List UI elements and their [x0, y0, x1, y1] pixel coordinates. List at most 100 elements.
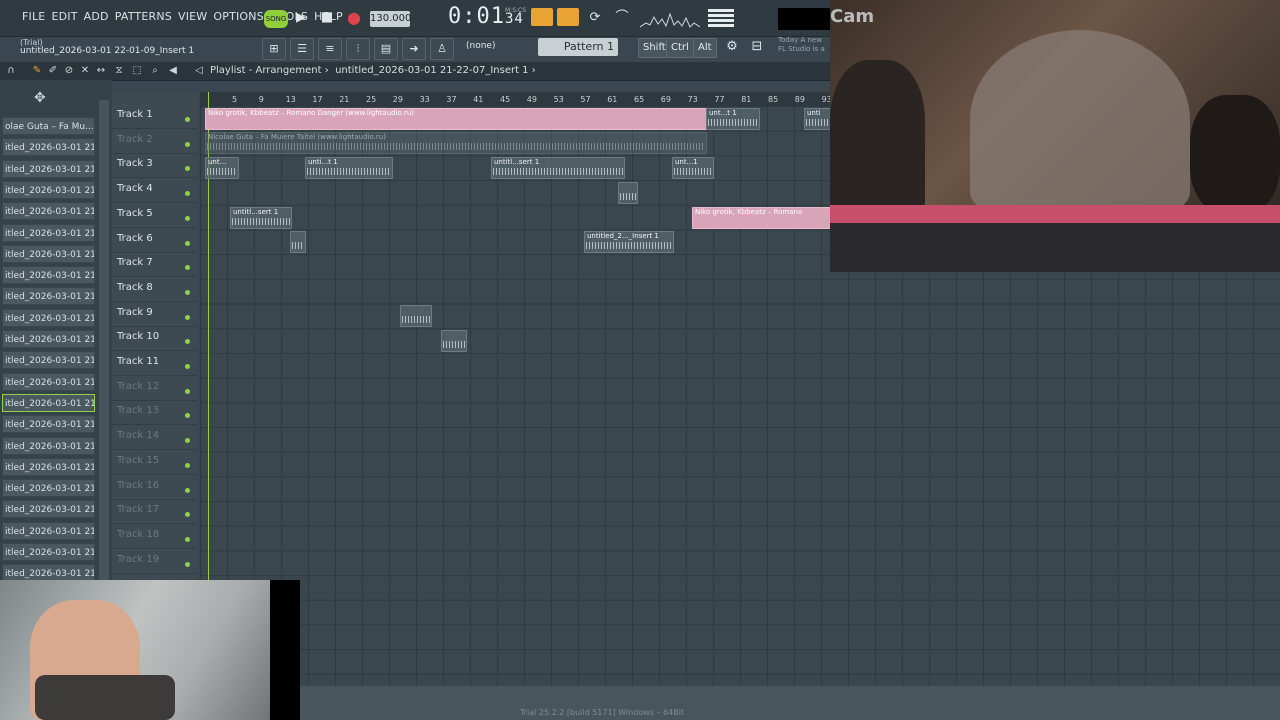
picker-item[interactable]: itled_2026-03-01 21-...: [2, 543, 95, 561]
pattern-clip[interactable]: untitled_2..._Insert 1: [584, 231, 674, 253]
pattern-clip[interactable]: [400, 305, 432, 327]
mixer-icon[interactable]: ⫶: [346, 38, 370, 60]
track-mute-led[interactable]: [185, 289, 190, 295]
track-mute-led[interactable]: [185, 487, 190, 493]
alt-key[interactable]: Alt: [693, 38, 717, 58]
ctrl-key[interactable]: Ctrl: [666, 38, 694, 58]
channel-selector[interactable]: (none): [466, 41, 495, 51]
track-mute-led[interactable]: [185, 413, 190, 419]
stop-icon[interactable]: ■: [316, 8, 338, 28]
track-mute-led[interactable]: [185, 561, 190, 567]
picker-item[interactable]: itled_2026-03-01 21-...: [2, 308, 95, 327]
audio-clip[interactable]: Niko grotik, Kbbeatz – Romano Danger (ww…: [205, 108, 707, 130]
track-header[interactable]: Track 1: [112, 104, 197, 129]
track-mute-led[interactable]: [185, 191, 190, 197]
select-icon[interactable]: ⬚: [130, 64, 144, 78]
loop-record-icon[interactable]: ⟳: [584, 8, 606, 28]
move-icon[interactable]: ✥: [34, 90, 46, 106]
track-mute-led[interactable]: [185, 166, 190, 172]
track-header[interactable]: Track 11: [112, 351, 197, 376]
picker-item[interactable]: itled_2026-03-01 21-...: [2, 330, 95, 348]
settings-icon[interactable]: ⚙: [721, 37, 743, 57]
track-header[interactable]: Track 19: [112, 549, 197, 574]
menu-file[interactable]: FILE: [22, 10, 45, 23]
track-header[interactable]: Track 15: [112, 450, 197, 475]
paint-icon[interactable]: ✐: [46, 64, 60, 78]
piano-roll-icon[interactable]: ☰: [290, 38, 314, 60]
browser-icon[interactable]: ▤: [374, 38, 398, 60]
zoom-icon[interactable]: ⌕: [148, 64, 162, 78]
delete-icon[interactable]: ⊘: [62, 64, 76, 78]
track-header[interactable]: Track 8: [112, 277, 197, 302]
shop-icon[interactable]: ⊟: [746, 37, 768, 57]
pattern-clip[interactable]: [441, 330, 467, 352]
track-header[interactable]: Track 9: [112, 302, 197, 327]
magnet-icon[interactable]: ∩: [4, 64, 18, 78]
track-header[interactable]: Track 16: [112, 475, 197, 500]
pattern-clip[interactable]: unt...1: [672, 157, 714, 179]
track-header[interactable]: Track 7: [112, 252, 197, 278]
picker-item[interactable]: itled_2026-03-01 21-...: [2, 351, 95, 370]
track-header[interactable]: Track 18: [112, 524, 197, 549]
slip-icon[interactable]: ↔: [94, 64, 108, 78]
track-mute-led[interactable]: [185, 141, 190, 147]
metronome-icon[interactable]: ⌒: [611, 8, 633, 28]
audio-clip[interactable]: Niko grotik, Kbbeatz – Romano: [692, 207, 832, 229]
playlist-window-icon[interactable]: ⊞: [262, 38, 286, 60]
track-mute-led[interactable]: [185, 117, 190, 122]
playlist-breadcrumb[interactable]: untitled_2026-03-01 21-22-07_Insert 1: [335, 65, 528, 76]
picker-item[interactable]: itled_2026-03-01 21-...: [2, 223, 95, 242]
picker-item[interactable]: itled_2026-03-01 21-...: [2, 415, 95, 434]
track-mute-led[interactable]: [185, 536, 190, 542]
picker-item[interactable]: itled_2026-03-01 21-...: [2, 521, 95, 540]
pattern-clip[interactable]: [290, 231, 306, 253]
track-header[interactable]: Track 5: [112, 203, 197, 228]
menu-options[interactable]: OPTIONS: [213, 10, 264, 23]
track-header[interactable]: Track 17: [112, 499, 197, 525]
song-mode-toggle[interactable]: SONG: [264, 10, 288, 28]
picker-item[interactable]: itled_2026-03-01 21-...: [2, 244, 95, 263]
picker-item[interactable]: itled_2026-03-01 21-...: [2, 500, 95, 519]
menu-add[interactable]: ADD: [84, 10, 109, 23]
track-header[interactable]: Track 2: [112, 129, 197, 154]
track-header[interactable]: Track 6: [112, 228, 197, 253]
picker-item[interactable]: itled_2026-03-01 21-...: [2, 479, 95, 498]
countdown-icon[interactable]: [557, 8, 579, 26]
picker-item[interactable]: itled_2026-03-01 21-...: [2, 287, 95, 306]
record-icon[interactable]: ●: [343, 8, 365, 28]
picker-item[interactable]: itled_2026-03-01 21-...: [2, 266, 95, 285]
picker-item[interactable]: itled_2026-03-01 21-...: [2, 457, 95, 476]
pattern-clip[interactable]: unti: [804, 108, 832, 130]
track-header[interactable]: Track 12: [112, 376, 197, 401]
pattern-clip[interactable]: unt...t 1: [706, 108, 760, 130]
pattern-selector[interactable]: Pattern 1: [538, 38, 618, 56]
menu-view[interactable]: VIEW: [178, 10, 207, 23]
microphone-icon[interactable]: ♙: [430, 38, 454, 60]
play-mode-icon[interactable]: ◁: [192, 64, 206, 78]
track-header[interactable]: Track 10: [112, 326, 197, 352]
menu-patterns[interactable]: PATTERNS: [115, 10, 172, 23]
track-mute-led[interactable]: [185, 240, 190, 246]
play-icon[interactable]: ▶: [290, 8, 312, 28]
track-mute-led[interactable]: [185, 314, 190, 320]
picker-item[interactable]: olae Guta – Fa Mu...: [2, 117, 95, 135]
pattern-clip[interactable]: untitl...sert 1: [230, 207, 292, 229]
track-header[interactable]: Track 14: [112, 425, 197, 451]
mute-icon[interactable]: ✕: [78, 64, 92, 78]
muted-audio-clip[interactable]: Nicolae Guta – Fa Muiere Taitei (www.lig…: [205, 132, 707, 154]
pencil-icon[interactable]: ✎: [30, 64, 44, 78]
track-mute-led[interactable]: [185, 265, 190, 271]
pattern-clip[interactable]: [618, 182, 638, 204]
track-mute-led[interactable]: [185, 462, 190, 468]
picker-item[interactable]: itled_2026-03-01 21-...: [2, 393, 95, 412]
picker-item[interactable]: itled_2026-03-01 21-...: [2, 372, 95, 391]
tempo-display[interactable]: 130.000: [370, 11, 411, 27]
picker-item[interactable]: itled_2026-03-01 21-...: [2, 159, 95, 178]
slice-icon[interactable]: ⧖: [112, 64, 126, 78]
channel-rack-icon[interactable]: ≡: [318, 38, 342, 60]
track-header[interactable]: Track 3: [112, 153, 197, 179]
timeline-ruler[interactable]: 5 9 13 17 21 25 29 33 37 41 45 49 53 57 61 65 69 73 77 81 85…: [200, 92, 832, 106]
menu-edit[interactable]: EDIT: [51, 10, 77, 23]
picker-item[interactable]: itled_2026-03-01 21-...: [2, 138, 95, 157]
picker-item[interactable]: itled_2026-03-01 21-...: [2, 202, 95, 221]
